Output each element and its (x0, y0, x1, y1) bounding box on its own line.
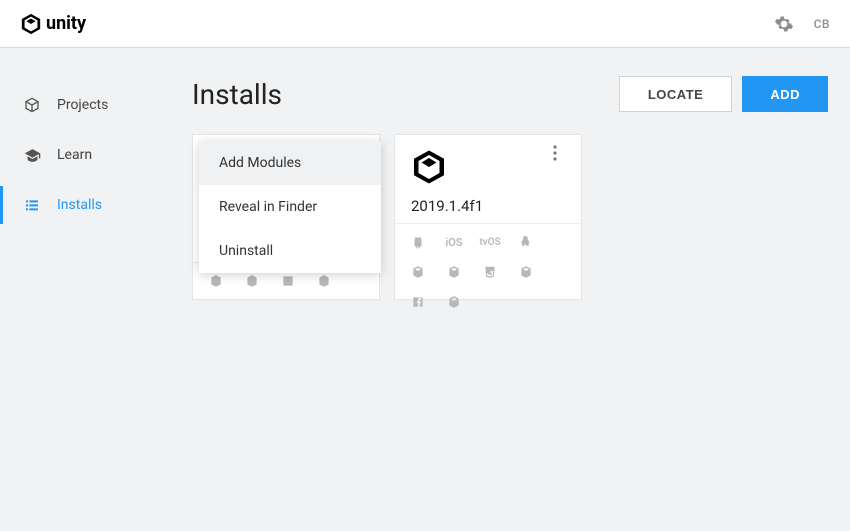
topbar: unity CB (0, 0, 850, 48)
gear-icon[interactable] (774, 14, 794, 34)
menu-item-add-modules[interactable]: Add Modules (199, 141, 381, 185)
unity-cube-icon (20, 13, 42, 35)
platform-row: iOS tvOS (395, 223, 581, 320)
sidebar-item-label: Learn (57, 147, 92, 163)
ios-icon: iOS (445, 234, 463, 250)
page-title: Installs (192, 78, 282, 111)
more-icon[interactable] (553, 145, 573, 161)
sidebar-item-projects[interactable]: Projects (0, 86, 170, 124)
unity-platform-icon (445, 294, 463, 310)
list-icon (23, 196, 41, 214)
graduation-cap-icon (23, 146, 41, 164)
unity-platform-icon (517, 264, 535, 280)
install-cards: Add Modules Reveal in Finder Uninstall 2… (192, 134, 828, 300)
unity-cube-icon (411, 149, 565, 185)
facebook-icon (409, 294, 427, 310)
platform-icon (207, 273, 225, 289)
platform-icon (315, 273, 333, 289)
install-version: 2019.1.4f1 (411, 197, 565, 215)
sidebar-item-label: Installs (57, 197, 102, 213)
cube-outline-icon (23, 96, 41, 114)
menu-item-uninstall[interactable]: Uninstall (199, 229, 381, 273)
platform-icon (243, 273, 261, 289)
unity-logo: unity (20, 13, 86, 35)
main-content: Installs LOCATE ADD (170, 48, 850, 531)
add-button[interactable]: ADD (742, 76, 828, 112)
platform-icon (279, 273, 297, 289)
linux-icon (517, 234, 535, 250)
sidebar-item-label: Projects (57, 97, 108, 113)
menu-item-reveal[interactable]: Reveal in Finder (199, 185, 381, 229)
sidebar: Projects Learn Installs (0, 48, 170, 531)
brand-text: unity (46, 13, 86, 34)
install-card: Add Modules Reveal in Finder Uninstall (192, 134, 380, 300)
tvos-icon: tvOS (481, 234, 499, 250)
sidebar-item-learn[interactable]: Learn (0, 136, 170, 174)
locate-button[interactable]: LOCATE (619, 76, 732, 112)
unity-platform-icon (445, 264, 463, 280)
install-card: 2019.1.4f1 iOS tvOS (394, 134, 582, 300)
card-context-menu: Add Modules Reveal in Finder Uninstall (199, 141, 381, 273)
brand: unity (20, 13, 86, 35)
sidebar-item-installs[interactable]: Installs (0, 186, 170, 224)
android-icon (409, 234, 427, 250)
user-avatar[interactable]: CB (814, 17, 830, 31)
unity-platform-icon (409, 264, 427, 280)
html5-icon (481, 264, 499, 280)
